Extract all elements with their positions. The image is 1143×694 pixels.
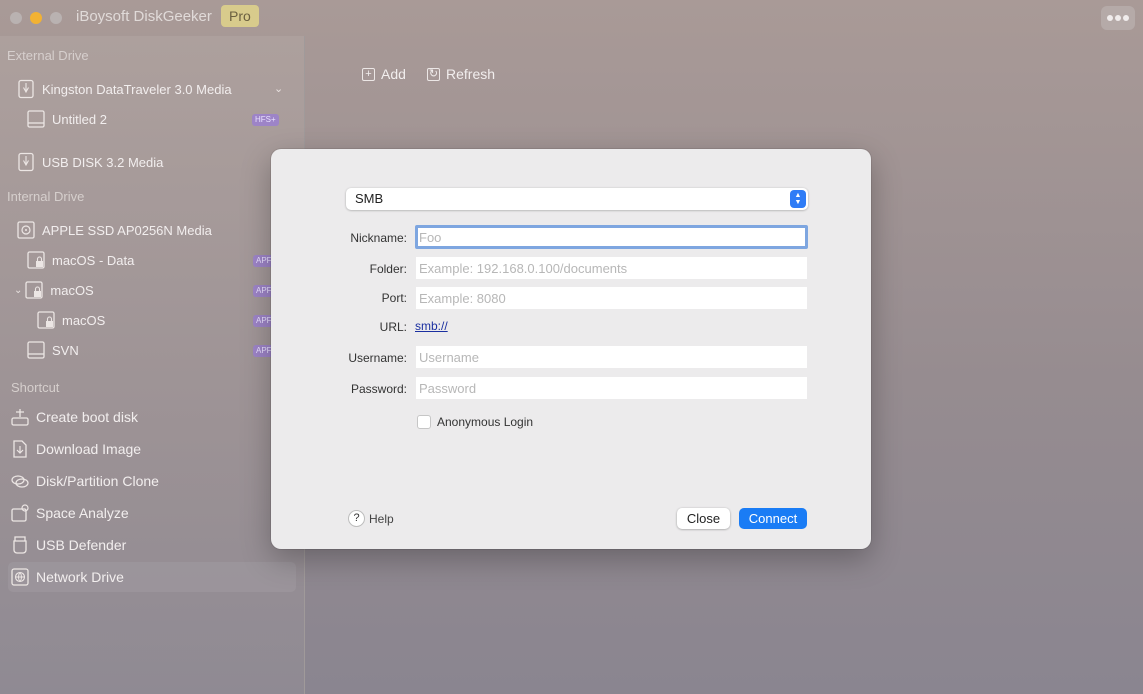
password-label: Password: bbox=[350, 382, 407, 396]
locked-volume-icon bbox=[26, 250, 46, 270]
shortcut-label: Download Image bbox=[36, 441, 142, 457]
network-drive-dialog: SMB ▲▼ Nickname: Folder: Port: URL: smb:… bbox=[271, 149, 871, 549]
refresh-button[interactable]: ↻ Refresh bbox=[427, 66, 495, 82]
sidebar-item-label: macOS bbox=[62, 312, 106, 328]
password-input[interactable] bbox=[416, 377, 807, 399]
sidebar-item-usb-disk[interactable]: USB DISK 3.2 Media bbox=[16, 149, 291, 175]
section-title-external: External Drive bbox=[7, 48, 89, 63]
internal-disk-icon bbox=[16, 220, 36, 240]
section-title-shortcut: Shortcut bbox=[11, 380, 60, 395]
volume-icon bbox=[26, 109, 46, 129]
usb-drive-icon bbox=[16, 79, 36, 99]
sidebar-item-label: macOS - Data bbox=[52, 252, 135, 268]
refresh-icon: ↻ bbox=[427, 67, 440, 81]
username-label: Username: bbox=[348, 351, 407, 365]
close-button[interactable]: Close bbox=[677, 508, 730, 529]
sidebar-item-apple-ssd[interactable]: APPLE SSD AP0256N Media bbox=[16, 217, 291, 243]
plus-icon: + bbox=[362, 67, 375, 81]
sidebar-item-label: Kingston DataTraveler 3.0 Media bbox=[42, 81, 232, 97]
clone-icon bbox=[10, 471, 30, 491]
anonymous-login-label[interactable]: Anonymous Login bbox=[437, 415, 533, 429]
section-title-internal: Internal Drive bbox=[7, 189, 85, 204]
volume-icon bbox=[26, 340, 46, 360]
shortcut-label: Network Drive bbox=[36, 569, 124, 585]
shortcut-network-drive[interactable]: Network Drive bbox=[8, 562, 296, 592]
sidebar: External Drive Kingston DataTraveler 3.0… bbox=[0, 36, 305, 694]
help-label[interactable]: Help bbox=[369, 512, 394, 526]
shortcut-label: Disk/Partition Clone bbox=[36, 473, 159, 489]
port-input[interactable] bbox=[416, 287, 807, 309]
sidebar-item-kingston[interactable]: Kingston DataTraveler 3.0 Media ⌄ bbox=[16, 76, 291, 102]
shortcut-label: Space Analyze bbox=[36, 505, 129, 521]
folder-label: Folder: bbox=[369, 262, 407, 276]
add-button[interactable]: + Add bbox=[362, 66, 406, 82]
shortcut-disk-partition-clone[interactable]: Disk/Partition Clone bbox=[10, 468, 295, 494]
sidebar-item-label: USB DISK 3.2 Media bbox=[42, 154, 164, 170]
help-icon[interactable]: ? bbox=[348, 510, 365, 527]
select-stepper-icon: ▲ ▼ bbox=[790, 190, 806, 208]
app-title: iBoysoft DiskGeeker bbox=[76, 8, 212, 25]
sidebar-item-macos-snapshot[interactable]: macOS APF bbox=[36, 307, 276, 333]
boot-disk-icon bbox=[10, 407, 30, 427]
url-label: URL: bbox=[379, 320, 407, 334]
url-value: smb:// bbox=[415, 319, 448, 333]
usb-drive-icon bbox=[16, 152, 36, 172]
filesystem-badge: HFS+ bbox=[252, 114, 279, 126]
username-input[interactable] bbox=[416, 346, 807, 368]
sidebar-item-label: Untitled 2 bbox=[52, 111, 107, 127]
sidebar-item-svn[interactable]: SVN APF bbox=[26, 337, 276, 363]
folder-input[interactable] bbox=[416, 257, 807, 279]
nickname-label: Nickname: bbox=[350, 231, 407, 245]
locked-volume-icon bbox=[24, 280, 44, 300]
shortcut-download-image[interactable]: Download Image bbox=[10, 436, 295, 462]
protocol-value: SMB bbox=[355, 191, 384, 206]
network-drive-icon bbox=[10, 567, 30, 587]
sidebar-item-macos-data[interactable]: macOS - Data APF bbox=[26, 247, 276, 273]
locked-volume-icon bbox=[36, 310, 56, 330]
more-options-button[interactable] bbox=[1101, 6, 1135, 30]
connect-button[interactable]: Connect bbox=[739, 508, 807, 529]
port-label: Port: bbox=[381, 291, 407, 305]
sidebar-item-label: macOS bbox=[50, 282, 94, 298]
download-icon bbox=[10, 439, 30, 459]
chevron-down-icon[interactable]: ⌄ bbox=[14, 285, 22, 296]
nickname-input[interactable] bbox=[415, 225, 808, 249]
space-analyze-icon bbox=[10, 503, 30, 523]
usb-defender-icon bbox=[10, 535, 30, 555]
pro-badge: Pro bbox=[221, 5, 259, 27]
anonymous-login-checkbox[interactable] bbox=[417, 415, 431, 429]
shortcut-space-analyze[interactable]: Space Analyze bbox=[10, 500, 295, 526]
sidebar-item-untitled-2[interactable]: Untitled 2 HFS+ bbox=[26, 106, 291, 132]
sidebar-item-label: APPLE SSD AP0256N Media bbox=[42, 222, 212, 238]
sidebar-item-macos[interactable]: ⌄ macOS APF bbox=[14, 277, 276, 303]
protocol-select[interactable]: SMB ▲ ▼ bbox=[346, 188, 808, 210]
shortcut-create-boot-disk[interactable]: Create boot disk bbox=[10, 404, 295, 430]
window-minimize-button[interactable] bbox=[30, 12, 42, 24]
shortcut-usb-defender[interactable]: USB Defender bbox=[10, 532, 295, 558]
chevron-down-icon[interactable]: ⌄ bbox=[274, 82, 283, 95]
window-zoom-button[interactable] bbox=[50, 12, 62, 24]
shortcut-label: USB Defender bbox=[36, 537, 127, 553]
more-dots-icon bbox=[1107, 15, 1113, 21]
window-close-button[interactable] bbox=[10, 12, 22, 24]
sidebar-item-label: SVN bbox=[52, 342, 79, 358]
shortcut-label: Create boot disk bbox=[36, 409, 138, 425]
title-bar: iBoysoft DiskGeeker Pro bbox=[0, 0, 1143, 36]
